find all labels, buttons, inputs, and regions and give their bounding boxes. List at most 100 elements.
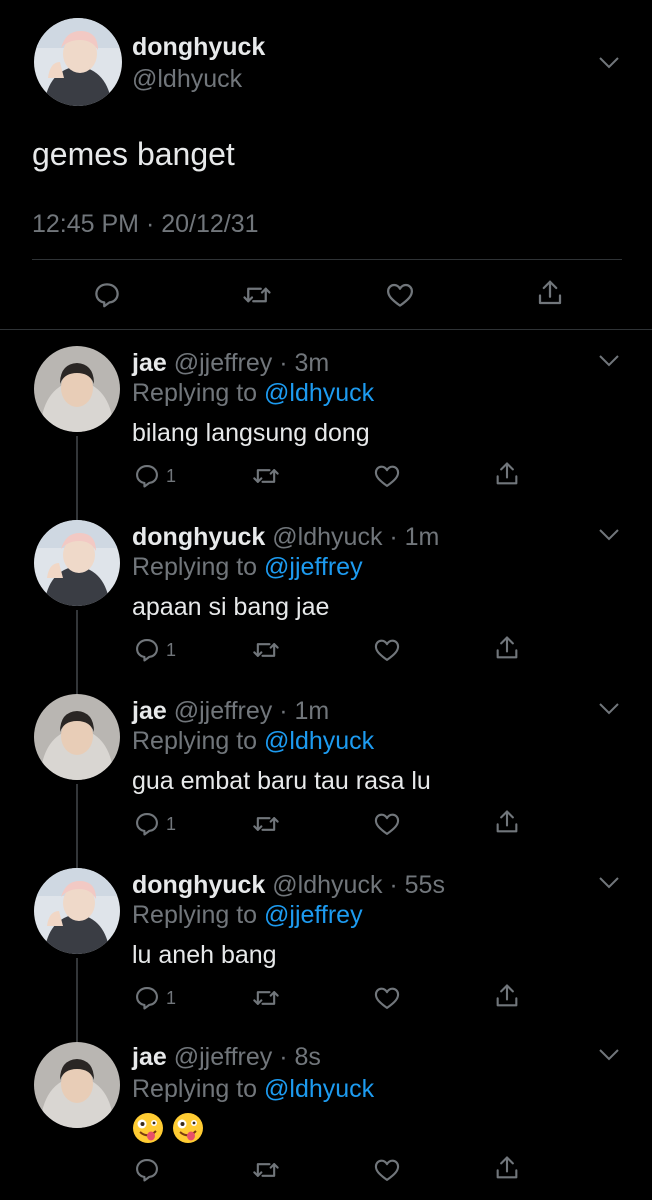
avatar-donghyuck[interactable] [34, 18, 122, 106]
share-button[interactable] [493, 634, 521, 662]
mention-link[interactable]: @ldhyuck [264, 727, 374, 755]
reply-tweet: donghyuck @ldhyuck · 55s Replying to @jj… [0, 868, 652, 1042]
reply-author-name[interactable]: donghyuck [132, 523, 265, 551]
like-button[interactable] [385, 280, 415, 310]
reply-author-meta[interactable]: @jjeffrey · 1m [174, 697, 330, 725]
reply-tweet: jae @jjeffrey · 8s Replying to @ldhyuck [0, 1042, 652, 1200]
like-button[interactable] [373, 984, 401, 1012]
retweet-button[interactable] [252, 810, 280, 838]
retweet-button[interactable] [252, 1156, 280, 1184]
retweet-icon [252, 810, 280, 838]
tweet-text: gemes banget [32, 136, 235, 172]
like-button[interactable] [373, 636, 401, 664]
reply-count: 1 [166, 640, 177, 660]
mention-link[interactable]: @jjeffrey [264, 553, 363, 581]
share-icon [493, 460, 521, 488]
reply-icon [133, 810, 161, 838]
author-name[interactable]: donghyuck [132, 32, 265, 62]
reply-button[interactable] [133, 1156, 161, 1184]
zany-face-emoji [172, 1112, 204, 1151]
mention-link[interactable]: @jjeffrey [264, 901, 363, 929]
share-icon [493, 634, 521, 662]
reply-count: 1 [166, 466, 177, 486]
reply-text: apaan si bang jae [132, 593, 330, 621]
chevron-down-icon[interactable] [598, 56, 620, 70]
retweet-icon [252, 462, 280, 490]
reply-tweet: jae @jjeffrey · 3m Replying to @ldhyuck … [0, 346, 652, 520]
heart-icon [373, 810, 401, 838]
replying-to: Replying to @jjeffrey [132, 901, 363, 929]
replying-to: Replying to @jjeffrey [132, 553, 363, 581]
chevron-down-icon[interactable] [598, 1048, 620, 1062]
avatar-jae[interactable] [34, 694, 120, 780]
retweet-icon [252, 1156, 280, 1184]
reply-author-meta[interactable]: @ldhyuck · 1m [272, 523, 439, 551]
reply-icon [133, 462, 161, 490]
share-icon [493, 982, 521, 1010]
retweet-icon [242, 280, 272, 310]
share-icon [535, 278, 565, 308]
replying-to: Replying to @ldhyuck [132, 1075, 375, 1103]
divider [0, 329, 652, 330]
chevron-down-icon[interactable] [598, 528, 620, 542]
share-button[interactable] [493, 982, 521, 1010]
heart-icon [373, 984, 401, 1012]
share-button[interactable] [493, 808, 521, 836]
reply-tweet: donghyuck @ldhyuck · 1m Replying to @jje… [0, 520, 652, 694]
reply-text: gua embat baru tau rasa lu [132, 767, 431, 795]
reply-author-name[interactable]: jae [132, 697, 167, 725]
reply-author-meta[interactable]: @ldhyuck · 55s [272, 871, 445, 899]
divider [32, 259, 622, 260]
reply-button[interactable]: 1 [133, 462, 176, 490]
chevron-down-icon[interactable] [598, 354, 620, 368]
reply-button[interactable]: 1 [133, 984, 176, 1012]
main-tweet: donghyuck @ldhyuck gemes banget 12:45 PM… [0, 0, 652, 330]
heart-icon [373, 462, 401, 490]
reply-author-meta[interactable]: @jjeffrey · 3m [174, 349, 330, 377]
mention-link[interactable]: @ldhyuck [264, 1075, 374, 1103]
mention-link[interactable]: @ldhyuck [264, 379, 374, 407]
chevron-down-icon[interactable] [598, 702, 620, 716]
reply-icon [92, 280, 122, 310]
share-button[interactable] [535, 278, 565, 308]
reply-count: 1 [166, 814, 177, 834]
reply-author-name[interactable]: donghyuck [132, 871, 265, 899]
reply-icon [133, 1156, 161, 1184]
reply-text: lu aneh bang [132, 941, 277, 969]
like-button[interactable] [373, 1156, 401, 1184]
avatar-donghyuck[interactable] [34, 868, 120, 954]
retweet-button[interactable] [252, 462, 280, 490]
avatar-jae[interactable] [34, 346, 120, 432]
share-icon [493, 808, 521, 836]
author-handle[interactable]: @ldhyuck [132, 64, 242, 94]
reply-icon [133, 984, 161, 1012]
reply-author-meta[interactable]: @jjeffrey · 8s [174, 1043, 321, 1071]
reply-author-name[interactable]: jae [132, 349, 167, 377]
share-button[interactable] [493, 460, 521, 488]
zany-face-emoji [132, 1112, 164, 1151]
reply-tweet: jae @jjeffrey · 1m Replying to @ldhyuck … [0, 694, 652, 868]
replying-to: Replying to @ldhyuck [132, 727, 375, 755]
reply-author-name[interactable]: jae [132, 1043, 167, 1071]
reply-button[interactable]: 1 [133, 810, 176, 838]
retweet-icon [252, 636, 280, 664]
avatar-donghyuck[interactable] [34, 520, 120, 606]
reply-button[interactable]: 1 [133, 636, 176, 664]
retweet-button[interactable] [252, 984, 280, 1012]
share-button[interactable] [493, 1154, 521, 1182]
like-button[interactable] [373, 462, 401, 490]
like-button[interactable] [373, 810, 401, 838]
reply-icon [133, 636, 161, 664]
reply-emojis [132, 1112, 212, 1151]
share-icon [493, 1154, 521, 1182]
chevron-down-icon[interactable] [598, 876, 620, 890]
avatar-jae[interactable] [34, 1042, 120, 1128]
reply-count: 1 [166, 988, 177, 1008]
retweet-icon [252, 984, 280, 1012]
replying-to: Replying to @ldhyuck [132, 379, 375, 407]
heart-icon [373, 1156, 401, 1184]
tweet-timestamp[interactable]: 12:45 PM · 20/12/31 [32, 208, 259, 240]
retweet-button[interactable] [252, 636, 280, 664]
retweet-button[interactable] [242, 280, 272, 310]
reply-button[interactable] [92, 280, 122, 310]
